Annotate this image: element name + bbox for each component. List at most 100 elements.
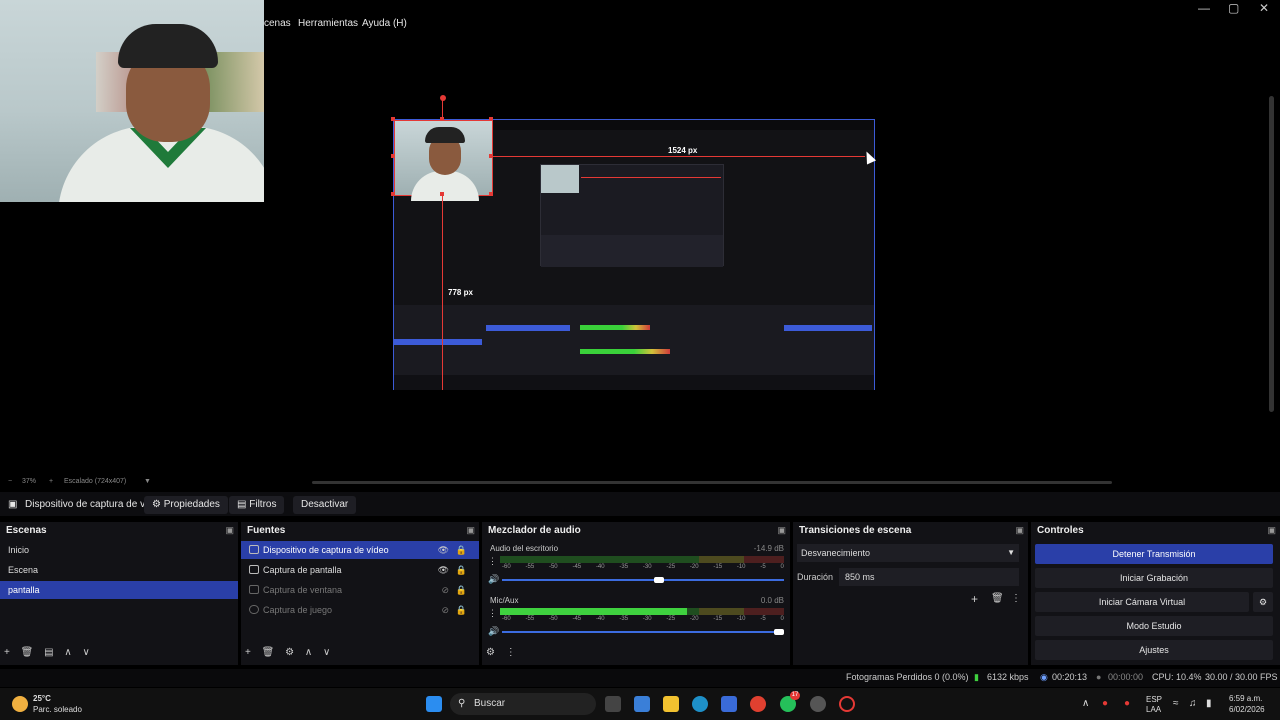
studio-mode-button[interactable]: Modo Estudio [1035, 616, 1273, 636]
lock-icon[interactable]: 🔒 [456, 541, 467, 559]
dock-popout-icon[interactable]: ▣ [777, 525, 786, 536]
hidden-eye-icon[interactable]: ⊘ [441, 581, 449, 599]
preview-vertical-scrollbar[interactable] [1269, 96, 1274, 412]
dock-popout-icon[interactable]: ▣ [1015, 525, 1024, 536]
scene-item-inicio[interactable]: Inicio [0, 541, 238, 559]
dock-popout-icon[interactable]: ▣ [1267, 525, 1276, 536]
scene-item-pantalla[interactable]: pantalla [0, 581, 238, 599]
maximize-button[interactable]: ▢ [1228, 1, 1239, 15]
resize-handle-b[interactable] [440, 192, 444, 196]
source-item-screen-capture[interactable]: Captura de pantalla 👁 🔒 [241, 561, 479, 579]
dock-popout-icon[interactable]: ▣ [466, 525, 475, 536]
settings-button[interactable]: Ajustes [1035, 640, 1273, 660]
minimize-button[interactable]: — [1198, 1, 1210, 15]
resize-handle-br[interactable] [489, 192, 493, 196]
advanced-audio-icon[interactable]: ⚙ [486, 647, 495, 658]
volume-slider[interactable] [502, 579, 784, 581]
tray-app-icon[interactable]: ● [1102, 698, 1108, 709]
move-up-icon[interactable]: ∧ [64, 647, 71, 658]
battery-icon[interactable]: ▮ [1206, 698, 1212, 709]
dock-popout-icon[interactable]: ▣ [225, 525, 234, 536]
menu-help[interactable]: Ayuda (H) [362, 18, 407, 29]
volume-slider[interactable] [502, 631, 784, 633]
menu-scenes[interactable]: cenas [264, 18, 291, 29]
duration-input[interactable]: 850 ms [839, 568, 1019, 586]
visibility-eye-icon[interactable]: 👁 [438, 561, 449, 579]
start-virtual-camera-button[interactable]: Iniciar Cámara Virtual [1035, 592, 1249, 612]
resize-handle-bl[interactable] [391, 192, 395, 196]
remove-scene-icon[interactable]: 🗑 [21, 647, 34, 658]
selected-camera-source[interactable] [394, 120, 493, 201]
copilot-icon[interactable] [634, 696, 650, 712]
stop-streaming-button[interactable]: Detener Transmisión [1035, 544, 1273, 564]
deactivate-button[interactable]: Desactivar [293, 496, 357, 514]
volume-icon[interactable]: ♫ [1189, 698, 1197, 709]
rotation-handle[interactable] [440, 95, 446, 101]
resize-handle-t[interactable] [440, 117, 444, 121]
microphone-icon[interactable]: ● [1124, 698, 1130, 709]
hidden-eye-icon[interactable]: ⊘ [441, 601, 449, 619]
add-source-button[interactable]: + [245, 647, 251, 658]
file-explorer-icon[interactable] [663, 696, 679, 712]
resize-handle-l[interactable] [391, 154, 395, 158]
source-settings-icon[interactable]: ⚙ [285, 647, 294, 658]
close-button[interactable]: ✕ [1259, 1, 1269, 15]
clock-date[interactable]: 6/02/2026 [1229, 705, 1265, 714]
speaker-icon[interactable]: 🔊 [488, 626, 499, 637]
transition-select[interactable]: Desvanecimiento ▼ [797, 544, 1019, 562]
virtual-camera-settings-button[interactable]: ⚙ [1253, 592, 1273, 612]
properties-button[interactable]: ⚙ Propiedades [144, 496, 228, 514]
channel-menu-icon[interactable]: ⋮ [488, 608, 497, 619]
windows-start-icon[interactable] [426, 696, 442, 712]
source-item-video-capture[interactable]: Dispositivo de captura de vídeo 👁 🔒 [241, 541, 479, 559]
zoom-in-button[interactable]: + [49, 478, 53, 485]
language-primary[interactable]: ESP [1146, 695, 1162, 704]
start-recording-button[interactable]: Iniciar Grabación [1035, 568, 1273, 588]
filters-button[interactable]: ▤ Filtros [229, 496, 285, 514]
add-transition-icon[interactable]: + [971, 592, 978, 606]
edge-icon[interactable] [692, 696, 708, 712]
lock-icon[interactable]: 🔒 [456, 601, 467, 619]
source-item-window-capture[interactable]: Captura de ventana ⊘ 🔒 [241, 581, 479, 599]
scene-filters-icon[interactable]: ▤ [44, 647, 53, 658]
bitrate: 6132 kbps [987, 672, 1029, 682]
remove-source-icon[interactable]: 🗑 [262, 647, 275, 658]
wifi-icon[interactable]: ≈ [1173, 698, 1179, 709]
move-down-icon[interactable]: ∨ [323, 647, 330, 658]
lock-icon[interactable]: 🔒 [456, 561, 467, 579]
lock-icon[interactable]: 🔒 [456, 581, 467, 599]
zoom-out-button[interactable]: − [8, 478, 12, 485]
clock-time[interactable]: 6:59 a.m. [1229, 694, 1262, 703]
channel-menu-icon[interactable]: ⋮ [488, 556, 497, 567]
sources-toolbar: + 🗑 ⚙ ∧ ∨ [245, 647, 338, 661]
visibility-eye-icon[interactable]: 👁 [438, 541, 449, 559]
task-view-icon[interactable] [605, 696, 621, 712]
resize-handle-tr[interactable] [489, 117, 493, 121]
preview-canvas[interactable] [393, 119, 875, 390]
add-scene-button[interactable]: + [4, 647, 10, 658]
scene-item-escena[interactable]: Escena [0, 561, 238, 579]
opera-icon[interactable] [839, 696, 855, 712]
mixer-menu-icon[interactable]: ⋮ [506, 647, 516, 658]
weather-icon[interactable] [12, 696, 28, 712]
transition-menu-icon[interactable]: ⋮ [1011, 593, 1021, 604]
resize-handle-tl[interactable] [391, 117, 395, 121]
remove-transition-icon[interactable]: 🗑 [991, 593, 1004, 604]
search-box[interactable]: ⚲ Buscar [450, 693, 596, 715]
source-item-game-capture[interactable]: Captura de juego ⊘ 🔒 [241, 601, 479, 619]
scenes-toolbar: + 🗑 ▤ ∧ ∨ [4, 647, 98, 661]
language-secondary[interactable]: LAA [1146, 705, 1161, 714]
store-icon[interactable] [721, 696, 737, 712]
zoom-dropdown-icon[interactable]: ▼ [144, 478, 151, 485]
menu-tools[interactable]: Herramientas [298, 18, 358, 29]
tray-expand-icon[interactable]: ∧ [1082, 698, 1089, 709]
move-up-icon[interactable]: ∧ [305, 647, 312, 658]
volume-slider-knob[interactable] [774, 629, 784, 635]
move-down-icon[interactable]: ∨ [82, 647, 89, 658]
volume-slider-knob[interactable] [654, 577, 664, 583]
meter-tick-label: -5 [760, 564, 766, 570]
chrome-icon[interactable] [750, 696, 766, 712]
resize-handle-r[interactable] [489, 154, 493, 158]
obs-icon[interactable] [810, 696, 826, 712]
speaker-icon[interactable]: 🔊 [488, 574, 499, 585]
